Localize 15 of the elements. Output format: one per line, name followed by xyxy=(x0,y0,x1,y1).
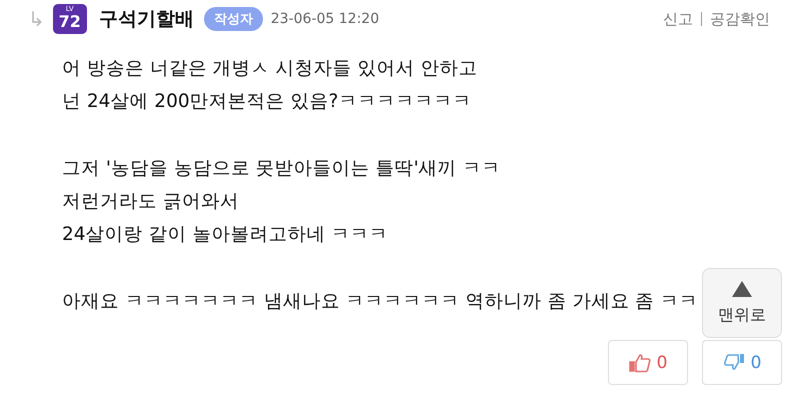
author-badge: 작성자 xyxy=(204,7,263,31)
author-name[interactable]: 구석기할배 xyxy=(98,6,194,32)
comment-time: 23-06-05 12:20 xyxy=(270,11,380,27)
action-link[interactable]: 신고 xyxy=(663,10,693,28)
comment-paragraph: 아재요 ㅋㅋㅋㅋㅋㅋㅋ 냄새나요 ㅋㅋㅋㅋㅋㅋ 역하니까 좀 가세요 좀 ㅋㅋ xyxy=(62,290,698,314)
thumbs-down-icon xyxy=(722,352,745,372)
reply-arrow-icon: ↳ xyxy=(28,7,45,31)
dislike-button[interactable]: 0 xyxy=(702,340,782,385)
up-triangle-icon xyxy=(732,280,752,296)
thumbs-up-icon xyxy=(628,352,651,372)
comment-paragraph: 그저 '농담을 농담으로 못받아들이는 틀딱'새끼 ㅋㅋ 저런거라도 긁어와서 24살이랑 같이 놀아볼려고하네 ㅋㅋㅋ xyxy=(62,157,501,247)
action-link[interactable]: 공감확인 xyxy=(710,10,770,28)
scroll-top-button[interactable]: 맨위로 xyxy=(702,268,782,338)
like-button[interactable]: 0 xyxy=(608,340,688,385)
comment-paragraph: 어 방송은 너같은 개병ㅅ 시청자들 있어서 안하고 넌 24살에 200만져본적은 있음?ㅋㅋㅋㅋㅋㅋㅋ xyxy=(62,57,478,114)
